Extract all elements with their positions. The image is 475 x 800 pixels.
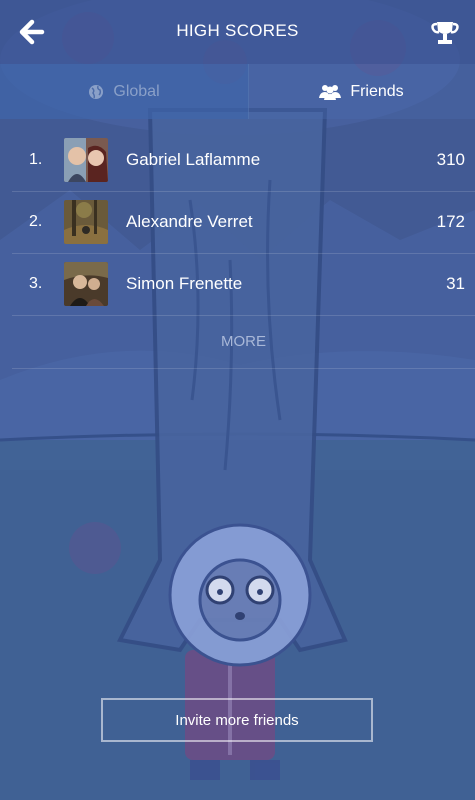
rank-number: 1. <box>29 151 43 168</box>
player-score: 310 <box>436 150 465 169</box>
tab-global-label: Global <box>113 82 160 100</box>
tab-friends-label: Friends <box>350 82 404 100</box>
player-score: 172 <box>436 212 465 231</box>
more-button[interactable]: MORE <box>12 333 475 350</box>
invite-label: Invite more friends <box>175 711 299 729</box>
tab-friends[interactable]: Friends <box>248 64 475 119</box>
invite-friends-button[interactable]: Invite more friends <box>101 698 373 742</box>
player-score: 31 <box>446 274 465 293</box>
leaderboard-row[interactable]: 3. Simon Frenette 31 <box>12 253 475 316</box>
globe-icon <box>89 84 104 99</box>
player-name: Gabriel Laflamme <box>126 150 261 169</box>
trophy-icon <box>431 22 459 44</box>
trophy-button[interactable] <box>427 14 463 50</box>
scope-tabs: Global Friends <box>0 64 475 119</box>
leaderboard-row[interactable]: 1. Gabriel Laflamme 310 <box>12 129 475 192</box>
leaderboard-row[interactable]: 2. Alexandre Verret 172 <box>12 191 475 254</box>
rank-number: 3. <box>29 275 43 292</box>
users-icon <box>319 84 342 100</box>
page-title: HIGH SCORES <box>176 21 299 40</box>
rank-number: 2. <box>29 213 43 230</box>
avatar <box>64 262 108 306</box>
player-name: Alexandre Verret <box>126 212 253 231</box>
more-row: MORE <box>12 316 475 369</box>
tab-global[interactable]: Global <box>0 64 249 119</box>
avatar <box>64 138 108 182</box>
header-bar: HIGH SCORES <box>0 0 475 64</box>
avatar <box>64 200 108 244</box>
player-name: Simon Frenette <box>126 274 243 293</box>
